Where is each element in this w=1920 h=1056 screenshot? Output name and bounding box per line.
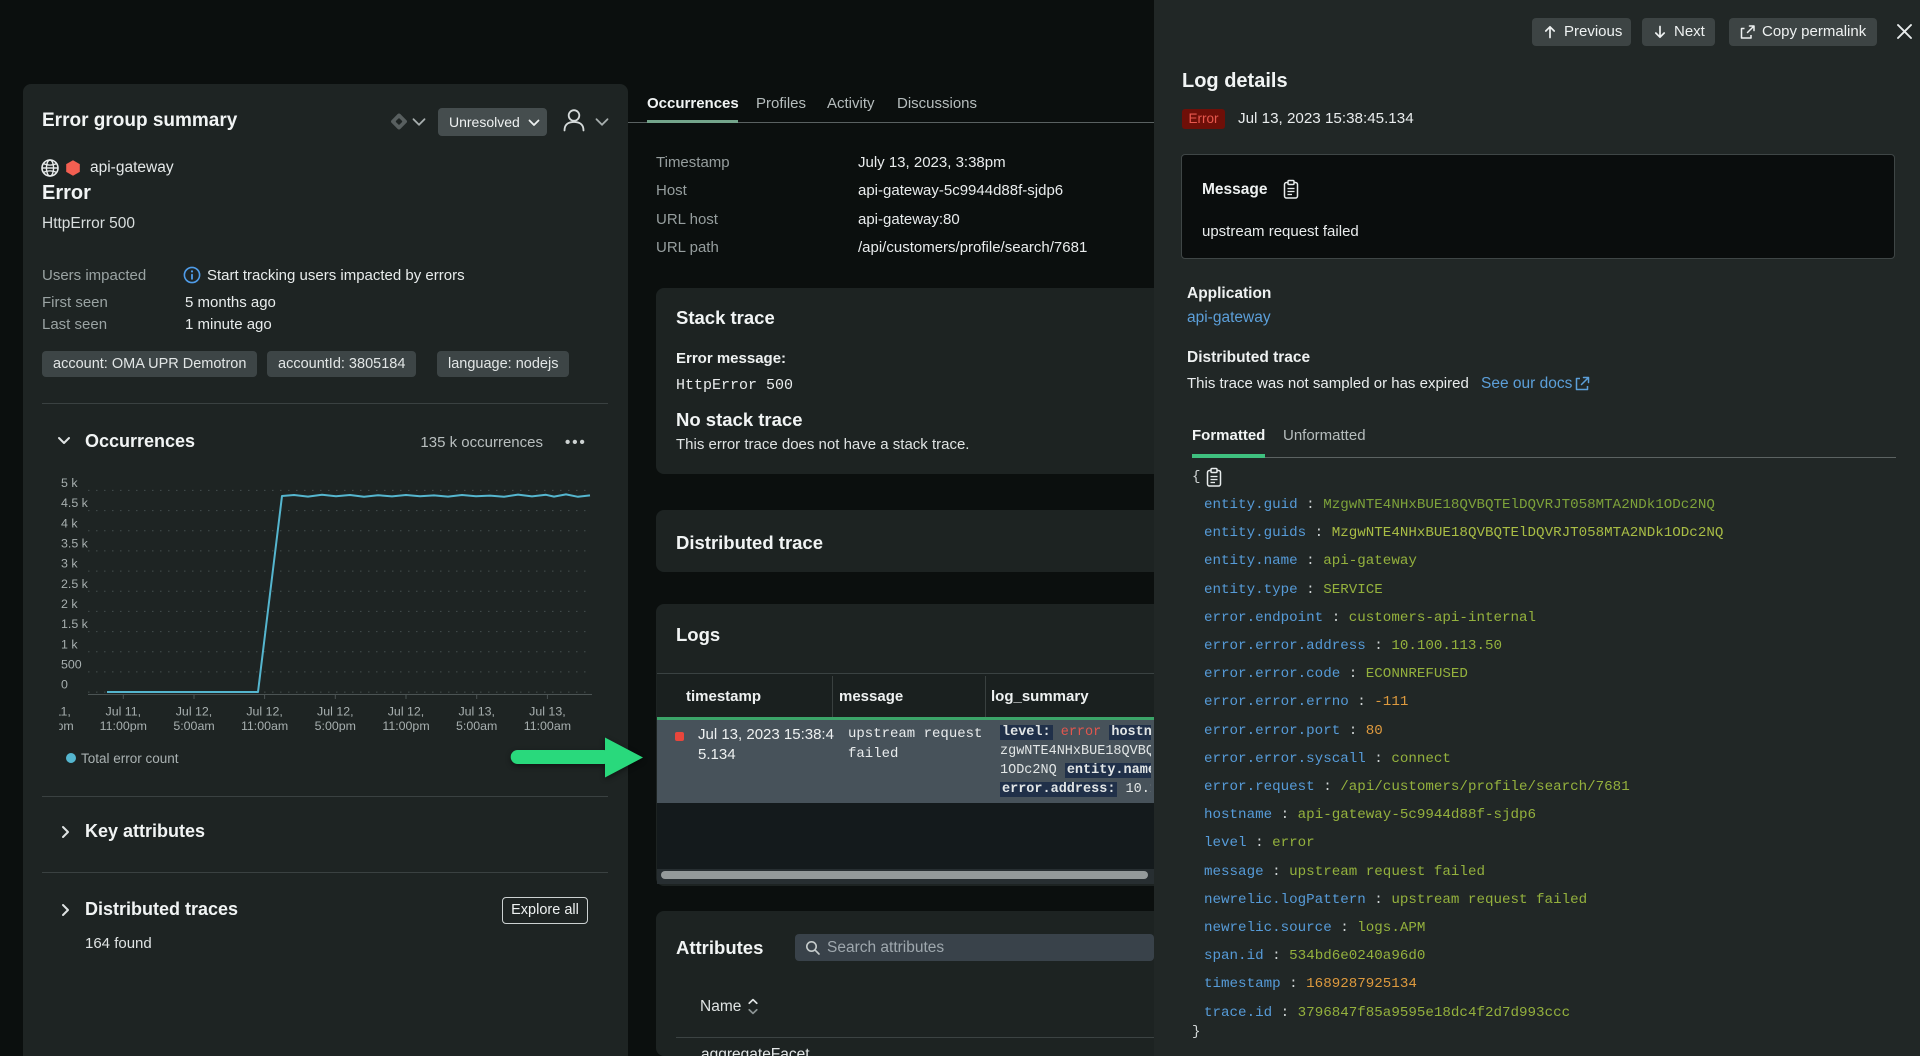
svg-text:5:00am: 5:00am [456, 719, 497, 732]
svg-text:Jul 13,: Jul 13, [529, 704, 566, 718]
svg-text:5:00pm: 5:00pm [315, 719, 356, 732]
svg-text:Jul 12,: Jul 12, [317, 704, 354, 718]
svg-text:5:00pm: 5:00pm [42, 719, 74, 732]
svg-text:2 k: 2 k [61, 597, 78, 611]
svg-text:3.5 k: 3.5 k [61, 537, 89, 551]
svg-text:3 k: 3 k [61, 557, 78, 571]
svg-text:Jul 12,: Jul 12, [176, 704, 213, 718]
svg-text:5:00am: 5:00am [173, 719, 214, 732]
svg-text:1.5 k: 1.5 k [61, 617, 89, 631]
svg-text:Jul 11,: Jul 11, [42, 704, 71, 718]
svg-text:4 k: 4 k [61, 516, 78, 530]
svg-text:0: 0 [61, 678, 68, 692]
svg-text:Jul 12,: Jul 12, [246, 704, 283, 718]
svg-text:2.5 k: 2.5 k [61, 577, 89, 591]
svg-text:1 k: 1 k [61, 637, 78, 651]
svg-text:Jul 12,: Jul 12, [388, 704, 425, 718]
svg-text:11:00pm: 11:00pm [382, 719, 429, 732]
svg-text:11:00pm: 11:00pm [100, 719, 147, 732]
svg-text:Jul 13,: Jul 13, [458, 704, 495, 718]
svg-text:4.5 k: 4.5 k [61, 496, 89, 510]
svg-text:5 k: 5 k [61, 476, 78, 490]
svg-text:Jul 11,: Jul 11, [106, 704, 142, 718]
svg-text:11:00am: 11:00am [241, 719, 288, 732]
svg-text:500: 500 [61, 658, 82, 672]
